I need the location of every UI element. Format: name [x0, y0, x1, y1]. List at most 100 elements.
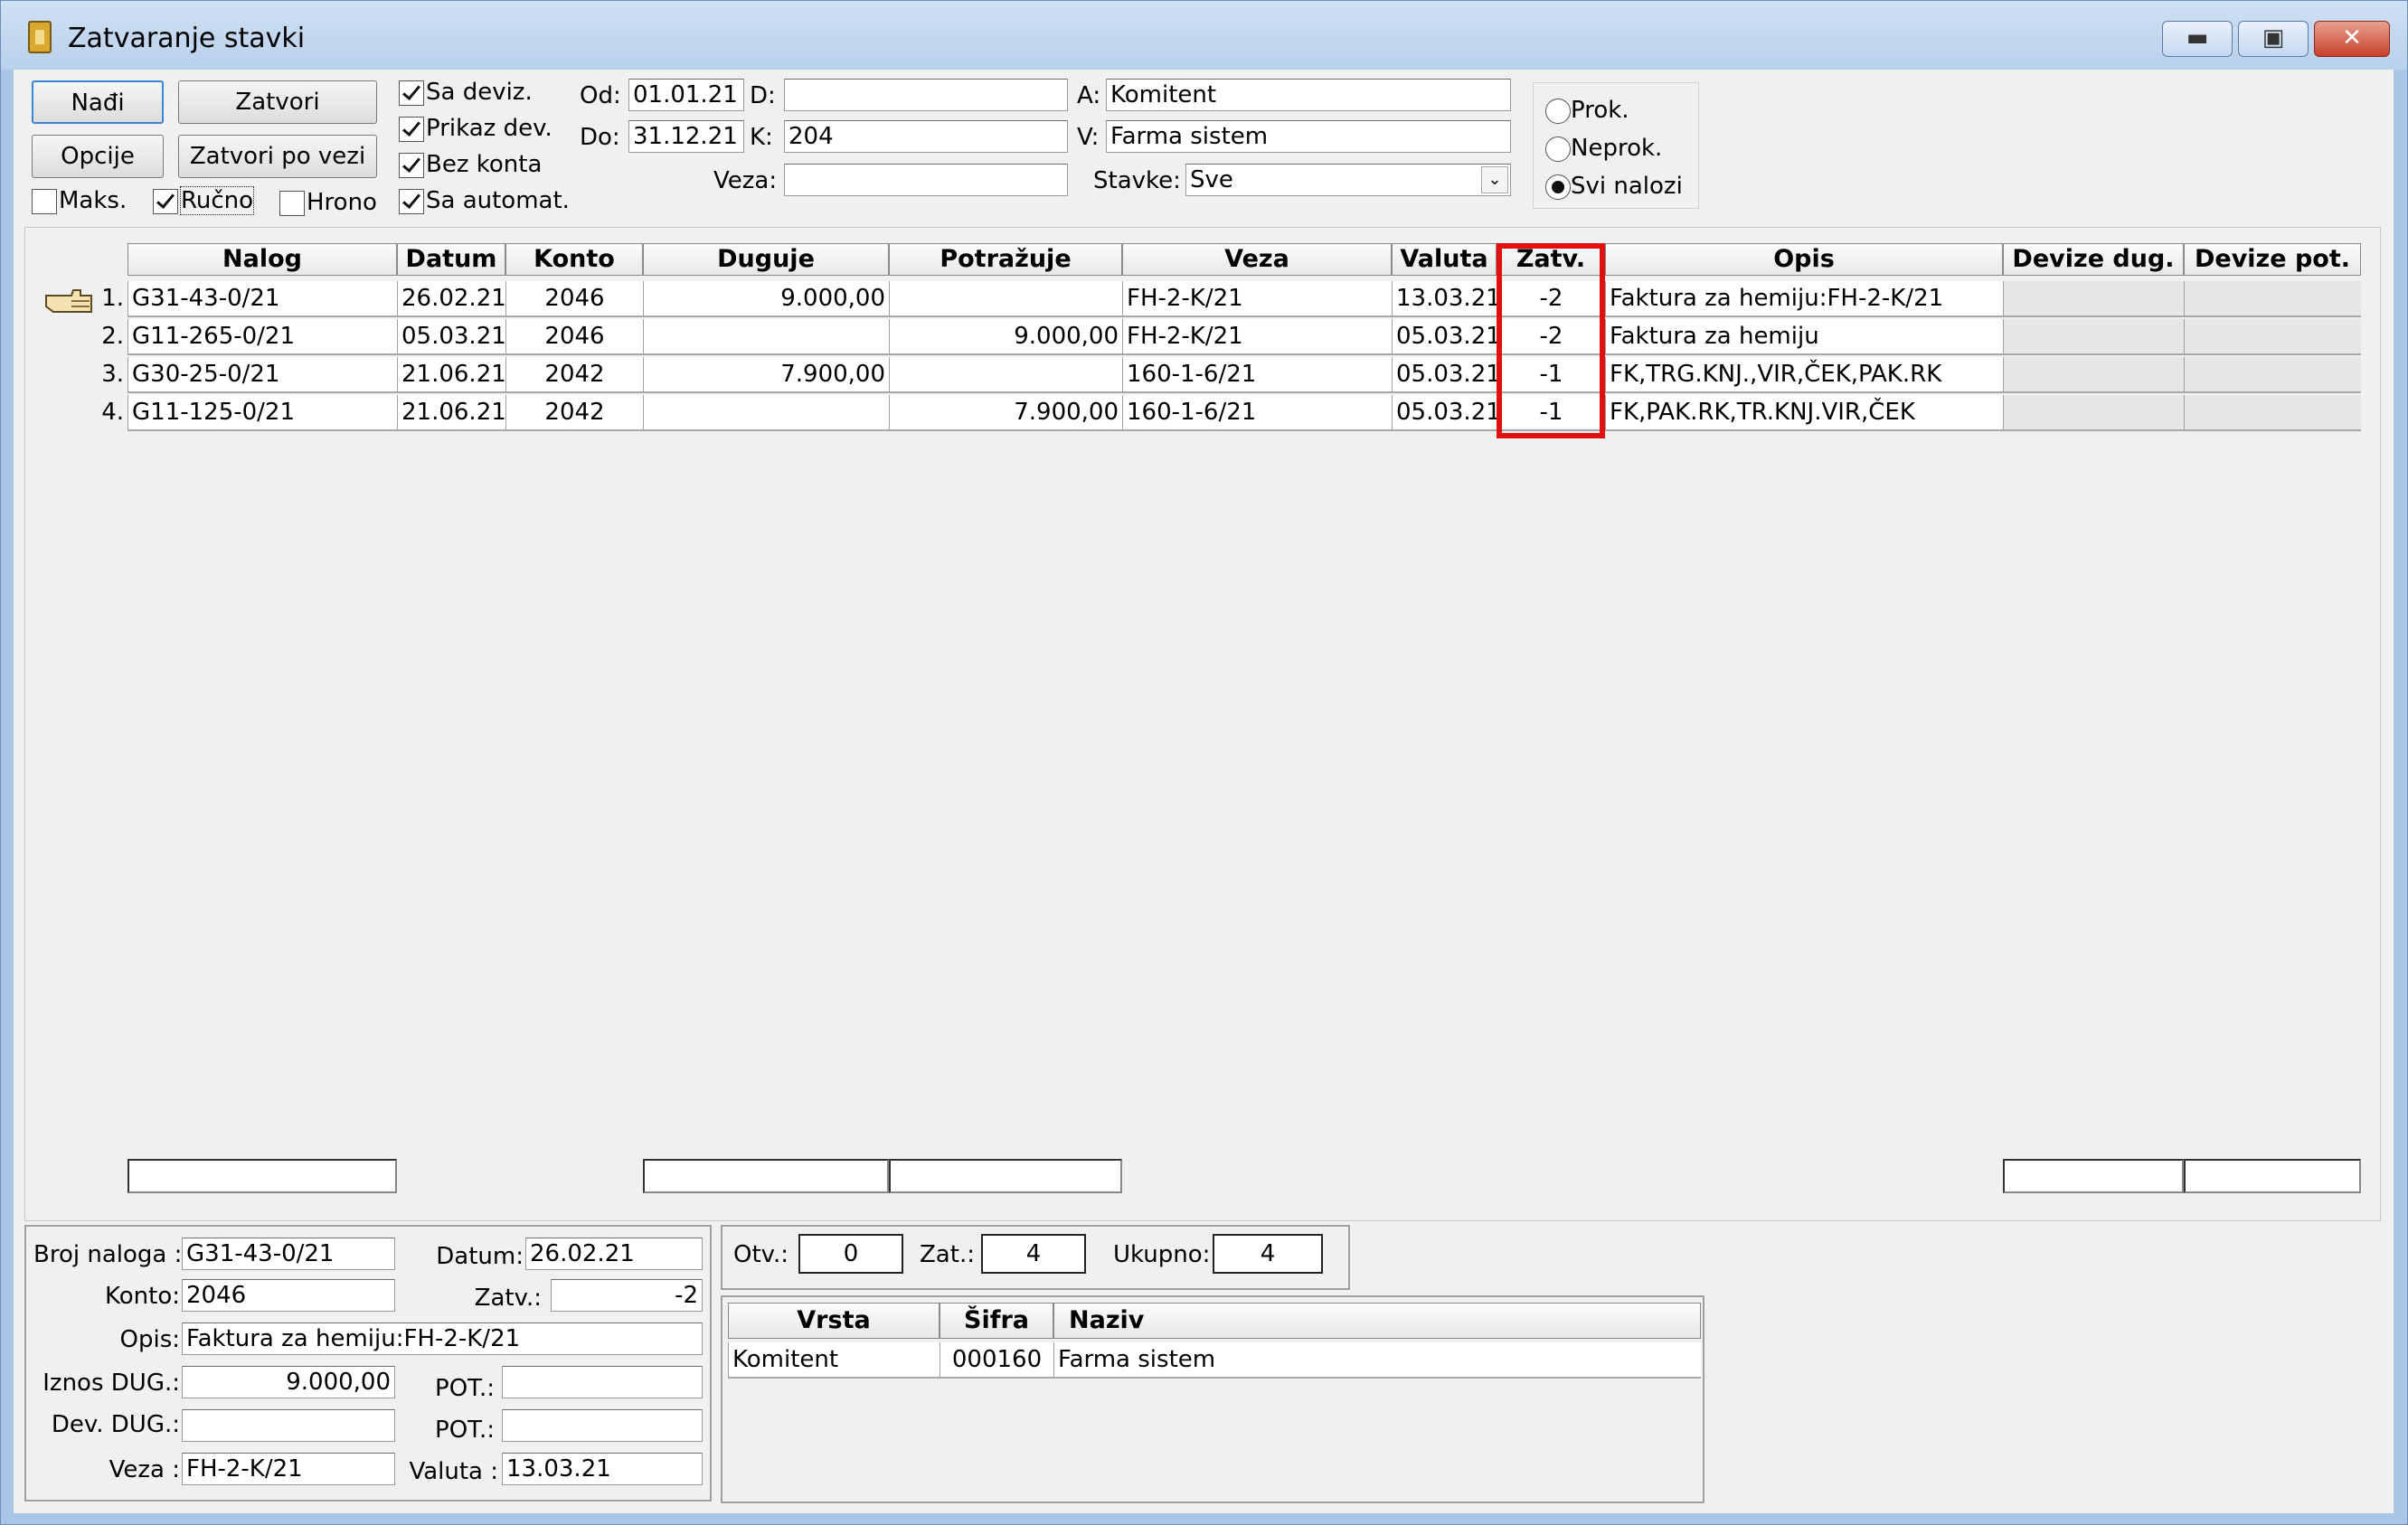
- cell-valuta[interactable]: 05.03.21: [1392, 357, 1497, 393]
- cell-duguje[interactable]: 9.000,00: [643, 281, 889, 317]
- cell-duguje[interactable]: [643, 319, 889, 355]
- sa-automat-checkbox[interactable]: Sa automat.: [399, 185, 570, 216]
- maximize-button[interactable]: ▣: [2238, 21, 2309, 57]
- rucno-checkbox[interactable]: Ručno: [153, 185, 255, 216]
- cell-nalog[interactable]: G31-43-0/21: [127, 281, 397, 317]
- veza-field[interactable]: FH-2-K/21: [182, 1453, 395, 1485]
- cell-zatv[interactable]: -2: [1497, 319, 1605, 355]
- od-date-field[interactable]: 01.01.21: [628, 79, 744, 111]
- komitent-cell-vrsta[interactable]: Komitent: [728, 1342, 940, 1379]
- komitent-col-header-sifra[interactable]: Šifra: [940, 1303, 1053, 1339]
- cell-duguje[interactable]: [643, 395, 889, 431]
- cell-datum[interactable]: 21.06.21: [397, 357, 505, 393]
- opcije-button[interactable]: Opcije: [32, 135, 164, 178]
- zatv-label: Zatv.:: [474, 1285, 542, 1312]
- cell-datum[interactable]: 21.06.21: [397, 395, 505, 431]
- bez-konta-checkbox[interactable]: Bez konta: [399, 149, 542, 180]
- veza-filter-field[interactable]: [784, 164, 1068, 196]
- cell-potrazuje[interactable]: 7.900,00: [889, 395, 1122, 431]
- komitent-cell-sifra[interactable]: 000160: [940, 1342, 1053, 1379]
- cell-veza[interactable]: 160-1-6/21: [1122, 395, 1392, 431]
- cell-veza[interactable]: FH-2-K/21: [1122, 281, 1392, 317]
- cell-valuta[interactable]: 05.03.21: [1392, 319, 1497, 355]
- zatv-field[interactable]: -2: [551, 1279, 703, 1312]
- hrono-checkbox[interactable]: Hrono: [279, 187, 377, 218]
- col-header-zatv[interactable]: Zatv.: [1497, 243, 1605, 276]
- cell-konto[interactable]: 2042: [505, 395, 643, 431]
- cell-veza[interactable]: 160-1-6/21: [1122, 357, 1392, 393]
- cell-devize-dug[interactable]: [2003, 281, 2184, 317]
- opis-field[interactable]: Faktura za hemiju:FH-2-K/21: [182, 1323, 703, 1355]
- cell-potrazuje[interactable]: [889, 357, 1122, 393]
- konto-field[interactable]: 2046: [182, 1279, 395, 1312]
- col-header-devize-dug[interactable]: Devize dug.: [2003, 243, 2184, 276]
- do-date-field[interactable]: 31.12.21: [628, 120, 744, 153]
- dev-dug-field[interactable]: [182, 1409, 395, 1442]
- iznos-dug-field[interactable]: 9.000,00: [182, 1366, 395, 1398]
- stavke-select[interactable]: Sve ⌄: [1185, 164, 1511, 196]
- col-header-datum[interactable]: Datum: [397, 243, 505, 276]
- cell-potrazuje[interactable]: [889, 281, 1122, 317]
- col-header-veza[interactable]: Veza: [1122, 243, 1392, 276]
- prikaz-dev-checkbox[interactable]: Prikaz dev.: [399, 113, 552, 144]
- maks-checkbox[interactable]: Maks.: [32, 185, 127, 216]
- cell-opis[interactable]: Faktura za hemiju:FH-2-K/21: [1605, 281, 2003, 317]
- valuta-field[interactable]: 13.03.21: [502, 1453, 703, 1485]
- cell-zatv[interactable]: -2: [1497, 281, 1605, 317]
- col-header-devize-pot[interactable]: Devize pot.: [2184, 243, 2361, 276]
- a-field[interactable]: Komitent: [1106, 79, 1511, 111]
- cell-nalog[interactable]: G11-265-0/21: [127, 319, 397, 355]
- cell-konto[interactable]: 2046: [505, 319, 643, 355]
- cell-devize-pot[interactable]: [2184, 395, 2361, 431]
- cell-nalog[interactable]: G30-25-0/21: [127, 357, 397, 393]
- cell-devize-pot[interactable]: [2184, 319, 2361, 355]
- cell-valuta[interactable]: 05.03.21: [1392, 395, 1497, 431]
- cell-opis[interactable]: Faktura za hemiju: [1605, 319, 2003, 355]
- cell-valuta[interactable]: 13.03.21: [1392, 281, 1497, 317]
- d-field[interactable]: [784, 79, 1068, 111]
- col-header-duguje[interactable]: Duguje: [643, 243, 889, 276]
- chevron-down-icon[interactable]: ⌄: [1481, 166, 1508, 193]
- broj-naloga-field[interactable]: G31-43-0/21: [182, 1238, 395, 1270]
- close-button[interactable]: ✕: [2314, 21, 2390, 57]
- col-header-opis[interactable]: Opis: [1605, 243, 2003, 276]
- komitent-cell-naziv[interactable]: Farma sistem: [1053, 1342, 1701, 1379]
- cell-devize-dug[interactable]: [2003, 319, 2184, 355]
- cell-devize-pot[interactable]: [2184, 281, 2361, 317]
- cell-devize-dug[interactable]: [2003, 357, 2184, 393]
- cell-nalog[interactable]: G11-125-0/21: [127, 395, 397, 431]
- zatvori-po-vezi-button[interactable]: Zatvori po vezi: [178, 135, 377, 178]
- dev-pot-field[interactable]: [502, 1409, 703, 1442]
- cell-opis[interactable]: FK,TRG.KNJ.,VIR,ČEK,PAK.RK: [1605, 357, 2003, 393]
- cell-devize-pot[interactable]: [2184, 357, 2361, 393]
- komitent-col-header-naziv[interactable]: Naziv: [1053, 1303, 1701, 1339]
- title-bar[interactable]: Zatvaranje stavki ▬ ▣ ✕: [1, 1, 2407, 70]
- cell-datum[interactable]: 26.02.21: [397, 281, 505, 317]
- col-header-valuta[interactable]: Valuta: [1392, 243, 1497, 276]
- cell-konto[interactable]: 2046: [505, 281, 643, 317]
- cell-potrazuje[interactable]: 9.000,00: [889, 319, 1122, 355]
- sa-deviz-checkbox[interactable]: Sa deviz.: [399, 77, 533, 108]
- cell-zatv[interactable]: -1: [1497, 357, 1605, 393]
- minimize-button[interactable]: ▬: [2162, 21, 2233, 57]
- nadji-button[interactable]: Nađi: [32, 80, 164, 124]
- radio-neprok[interactable]: Neprok.: [1545, 133, 1662, 164]
- cell-datum[interactable]: 05.03.21: [397, 319, 505, 355]
- v-field[interactable]: Farma sistem: [1106, 120, 1511, 153]
- radio-prok[interactable]: Prok.: [1545, 95, 1629, 126]
- zatvori-button[interactable]: Zatvori: [178, 80, 377, 124]
- k-field[interactable]: 204: [784, 120, 1068, 153]
- cell-duguje[interactable]: 7.900,00: [643, 357, 889, 393]
- datum-field[interactable]: 26.02.21: [525, 1238, 703, 1270]
- col-header-konto[interactable]: Konto: [505, 243, 643, 276]
- col-header-nalog[interactable]: Nalog: [127, 243, 397, 276]
- cell-devize-dug[interactable]: [2003, 395, 2184, 431]
- komitent-col-header-vrsta[interactable]: Vrsta: [728, 1303, 940, 1339]
- cell-veza[interactable]: FH-2-K/21: [1122, 319, 1392, 355]
- cell-opis[interactable]: FK,PAK.RK,TR.KNJ.VIR,ČEK: [1605, 395, 2003, 431]
- cell-zatv[interactable]: -1: [1497, 395, 1605, 431]
- cell-konto[interactable]: 2042: [505, 357, 643, 393]
- radio-svi-nalozi[interactable]: Svi nalozi: [1545, 171, 1683, 202]
- col-header-potrazuje[interactable]: Potražuje: [889, 243, 1122, 276]
- iznos-pot-field[interactable]: [502, 1366, 703, 1398]
